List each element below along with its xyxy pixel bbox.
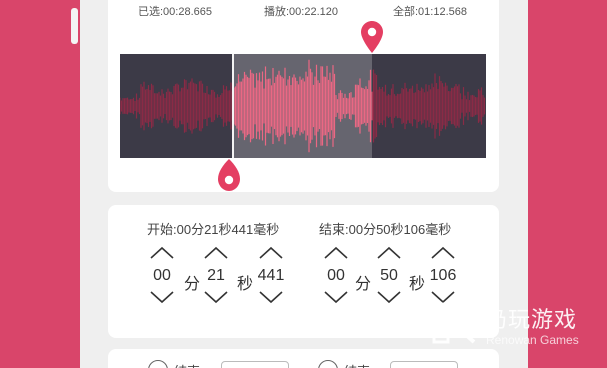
end-minute-value: 00 — [327, 267, 345, 284]
start-time-label: 开始:00分21秒441毫秒 — [147, 222, 280, 237]
start-minute-value: 00 — [153, 267, 171, 284]
end-time-label: 结束:00分50秒106毫秒 — [319, 222, 452, 237]
start-marker-pin-icon[interactable] — [217, 158, 241, 192]
total-duration: 全部:01:12.568 — [393, 6, 467, 18]
chevron-up-icon[interactable] — [149, 246, 175, 260]
chevron-down-icon[interactable] — [376, 290, 402, 304]
start-second-value: 21 — [207, 267, 225, 284]
start-second-stepper[interactable]: 21 — [196, 246, 236, 304]
chevron-up-icon[interactable] — [323, 246, 349, 260]
playhead[interactable] — [232, 54, 234, 158]
selected-duration: 已选:00:28.665 — [138, 6, 212, 18]
end-minute-stepper[interactable]: 00 — [316, 246, 356, 304]
waveform[interactable] — [120, 54, 486, 158]
chevron-up-icon[interactable] — [258, 246, 284, 260]
chevron-up-icon[interactable] — [430, 246, 456, 260]
watermark-subtitle: Renowan Games — [486, 333, 579, 347]
option-label-1: 结束 — [174, 361, 200, 368]
start-ms-stepper[interactable]: 441 — [251, 246, 291, 304]
end-second-stepper[interactable]: 50 — [369, 246, 409, 304]
chevron-down-icon[interactable] — [323, 290, 349, 304]
end-second-value: 50 — [380, 267, 398, 284]
end-ms-stepper[interactable]: 106 — [423, 246, 463, 304]
option-input-1[interactable] — [221, 361, 289, 368]
end-ms-value: 106 — [429, 267, 457, 284]
chevron-down-icon[interactable] — [203, 290, 229, 304]
scrollbar[interactable] — [71, 8, 78, 44]
selection-range[interactable] — [232, 54, 372, 158]
chevron-down-icon[interactable] — [149, 290, 175, 304]
watermark: 仍玩游戏 Renowan Games — [430, 300, 579, 351]
chevron-up-icon[interactable] — [376, 246, 402, 260]
played-duration: 播放:00:22.120 — [264, 6, 338, 18]
brand-logo-icon — [432, 302, 476, 344]
start-ms-value: 441 — [257, 267, 285, 284]
end-marker-pin-icon[interactable] — [360, 20, 384, 54]
option-input-2[interactable] — [390, 361, 458, 368]
option-label-2: 结束 — [344, 361, 370, 368]
start-minute-stepper[interactable]: 00 — [142, 246, 182, 304]
chevron-up-icon[interactable] — [203, 246, 229, 260]
watermark-title: 仍玩游戏 — [485, 307, 578, 332]
chevron-down-icon[interactable] — [258, 290, 284, 304]
